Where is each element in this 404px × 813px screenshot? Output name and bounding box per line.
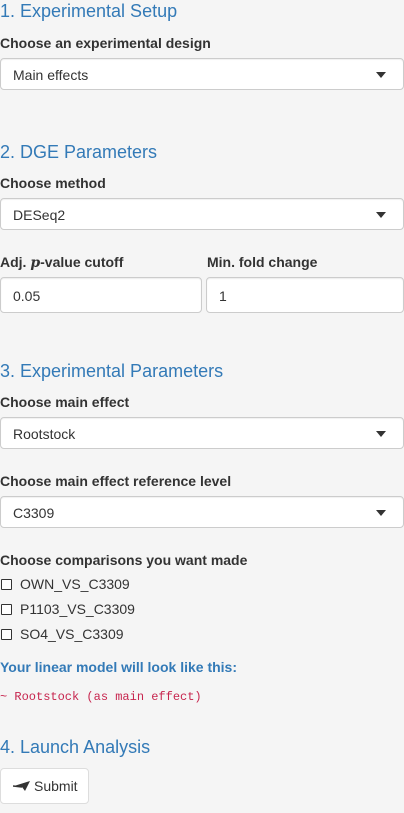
section-title-experimental-parameters: 3. Experimental Parameters — [0, 361, 224, 381]
reference-level-select[interactable]: C3309 — [0, 496, 404, 528]
comparison-checkbox[interactable] — [1, 628, 12, 640]
design-select-value: Main effects — [13, 67, 89, 83]
paper-plane-icon — [13, 781, 30, 791]
pvalue-cutoff-value: 0.05 — [13, 288, 41, 304]
method-select-value: DESeq2 — [13, 207, 66, 223]
fold-change-label: Min. fold change — [207, 254, 318, 270]
design-select[interactable]: Main effects — [0, 58, 404, 90]
main-effect-label: Choose main effect — [0, 394, 130, 410]
reference-level-label: Choose main effect reference level — [0, 473, 232, 489]
fold-change-value: 1 — [219, 288, 227, 304]
method-label: Choose method — [0, 175, 106, 191]
pvalue-cutoff-input[interactable]: 0.05 — [0, 277, 202, 313]
fold-change-input[interactable]: 1 — [206, 277, 404, 313]
chevron-down-icon — [376, 72, 386, 78]
comparison-label: P1103_VS_C3309 — [20, 601, 135, 617]
submit-button[interactable]: Submit — [0, 768, 89, 804]
pvalue-cutoff-label: Adj. p-value cutoff — [0, 254, 124, 271]
comparison-checkbox[interactable] — [1, 578, 12, 590]
comparison-checkbox-row[interactable]: SO4_VS_C3309 — [0, 624, 124, 644]
section-title-dge-parameters: 2. DGE Parameters — [0, 142, 158, 162]
comparison-label: OWN_VS_C3309 — [20, 576, 130, 592]
reference-level-select-value: C3309 — [13, 505, 55, 521]
submit-button-label: Submit — [34, 778, 78, 794]
method-select[interactable]: DESeq2 — [0, 198, 404, 230]
section-title-experimental-setup: 1. Experimental Setup — [0, 1, 178, 21]
section-title-launch-analysis: 4. Launch Analysis — [0, 737, 151, 757]
comparisons-label: Choose comparisons you want made — [0, 552, 248, 568]
comparison-checkbox-row[interactable]: P1103_VS_C3309 — [0, 599, 135, 619]
comparison-checkbox[interactable] — [1, 603, 12, 615]
comparison-checkbox-row[interactable]: OWN_VS_C3309 — [0, 574, 130, 594]
chevron-down-icon — [376, 212, 386, 218]
linear-model-formula: ~ Rootstock (as main effect) — [0, 690, 202, 704]
main-effect-select-value: Rootstock — [13, 426, 76, 442]
design-label: Choose an experimental design — [0, 35, 211, 51]
main-effect-select[interactable]: Rootstock — [0, 417, 404, 449]
chevron-down-icon — [376, 431, 386, 437]
comparison-label: SO4_VS_C3309 — [20, 626, 124, 642]
linear-model-heading: Your linear model will look like this: — [0, 659, 238, 675]
chevron-down-icon — [376, 510, 386, 516]
